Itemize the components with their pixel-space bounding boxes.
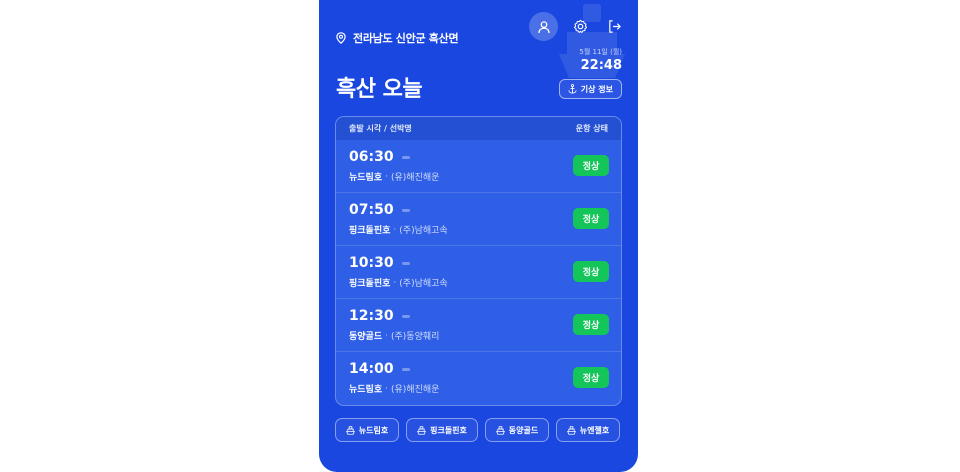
settings-button[interactable]	[568, 12, 592, 41]
status-badge: 정상	[573, 208, 609, 229]
user-icon	[537, 20, 550, 33]
separator-dot: ·	[385, 383, 388, 394]
table-header: 출발 시각 / 선박명 운항 상태	[336, 117, 621, 140]
status-badge: 정상	[573, 155, 609, 176]
ship-filter-chips: 뉴드림호 핑크돌핀호 동양골드 뉴엔젤호	[335, 418, 620, 442]
app-screen: 전라남도 신안군 흑산면 5월 11일 (월) 22:48 흑산 오늘 기상 정…	[319, 0, 638, 472]
ship-chip-dongyang-gold[interactable]: 동양골드	[485, 418, 549, 442]
ship-name: 핑크돌핀호	[349, 226, 391, 236]
separator-dot: ·	[393, 224, 397, 235]
ship-company: (주)남해고속	[399, 279, 448, 289]
status-badge: 정상	[573, 367, 609, 388]
ship-icon	[495, 425, 505, 435]
anchor-icon	[568, 84, 577, 94]
logout-button[interactable]	[602, 12, 626, 41]
ship-chip-pink-dolphin[interactable]: 핑크돌핀호	[406, 418, 478, 442]
ship-icon	[417, 425, 426, 435]
status-badge: 정상	[573, 261, 609, 282]
ship-chip-new-angel[interactable]: 뉴엔젤호	[556, 418, 620, 442]
ship-chip-label: 동양골드	[508, 425, 539, 435]
ship-name: 뉴드림호	[349, 385, 383, 395]
logout-icon	[608, 20, 621, 33]
page-title: 흑산 오늘	[336, 77, 423, 102]
weather-info-button[interactable]: 기상 정보	[558, 79, 622, 99]
table-row[interactable]: 12:30 동양골드 · (주)동양훼리 정상	[336, 299, 621, 352]
profile-button[interactable]	[529, 12, 558, 41]
time-divider	[401, 208, 410, 212]
table-row[interactable]: 06:30 뉴드림호 · (유)해진해운 정상	[336, 140, 621, 193]
departure-time: 07:50	[349, 202, 394, 218]
departure-time: 12:30	[349, 308, 394, 324]
ship-name: 뉴드림호	[349, 173, 383, 183]
ship-chip-label: 뉴엔젤호	[579, 425, 610, 435]
gear-icon	[573, 19, 587, 34]
table-row[interactable]: 14:00 뉴드림호 · (유)해진해운 정상	[336, 352, 621, 405]
departure-time: 14:00	[349, 361, 394, 377]
time-divider	[401, 261, 410, 265]
current-date: 5월 11일 (월)	[579, 48, 622, 56]
ship-name: 동양골드	[349, 332, 383, 342]
time-divider	[401, 367, 410, 371]
map-pin-icon	[336, 32, 346, 44]
ship-chip-label: 핑크돌핀호	[430, 425, 467, 435]
header-status: 운항 상태	[575, 124, 608, 133]
current-time: 22:48	[580, 58, 622, 73]
departure-time: 10:30	[349, 255, 394, 271]
ship-icon	[566, 425, 576, 435]
ship-chip-label: 뉴드림호	[358, 425, 389, 435]
time-divider	[401, 314, 410, 318]
table-row[interactable]: 07:50 핑크돌핀호 · (주)남해고속 정상	[336, 193, 621, 246]
header-departure: 출발 시각 / 선박명	[349, 124, 412, 133]
location: 전라남도 신안군 흑산면	[336, 30, 459, 46]
status-badge: 정상	[573, 314, 609, 335]
separator-dot: ·	[385, 330, 388, 341]
ship-company: (주)남해고속	[399, 226, 448, 236]
table-row[interactable]: 10:30 핑크돌핀호 · (주)남해고속 정상	[336, 246, 621, 299]
time-divider	[401, 155, 410, 159]
separator-dot: ·	[393, 277, 397, 288]
departure-time: 06:30	[349, 149, 394, 165]
ship-name: 핑크돌핀호	[349, 279, 391, 289]
weather-info-label: 기상 정보	[580, 84, 613, 94]
location-text: 전라남도 신안군 흑산면	[353, 32, 459, 45]
ship-icon	[345, 425, 355, 435]
schedule-table: 출발 시각 / 선박명 운항 상태 06:30 뉴드림호 · (유)해진해운 정…	[335, 116, 622, 406]
header-actions	[529, 12, 626, 41]
separator-dot: ·	[385, 171, 388, 182]
ship-company: (유)해진해운	[391, 385, 440, 395]
ship-chip-new-dream[interactable]: 뉴드림호	[335, 418, 399, 442]
ship-company: (유)해진해운	[391, 173, 440, 183]
ship-company: (주)동양훼리	[391, 332, 440, 342]
